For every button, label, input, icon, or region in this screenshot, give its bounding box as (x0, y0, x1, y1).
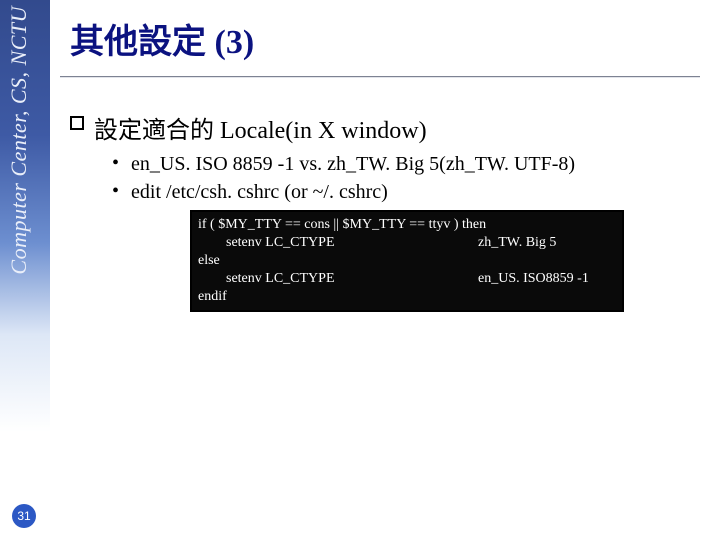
title-paren-close: ) (243, 24, 254, 61)
code-line-3: else (198, 253, 220, 268)
page-number-badge: 31 (12, 504, 36, 528)
code-snippet-box: if ( $MY_TTY == cons || $MY_TTY == ttyv … (190, 210, 624, 312)
title-underline (60, 76, 700, 78)
code-line-5: endif (198, 289, 227, 304)
code-line-4a: setenv LC_CTYPE (198, 270, 478, 288)
bullet-level1-latin: Locale(in X window) (220, 118, 427, 144)
code-line-2a: setenv LC_CTYPE (198, 234, 478, 252)
bullet-level2-b: • edit /etc/csh. cshrc (or ~/. cshrc) (112, 179, 690, 205)
bullet-level1-text: 設定適合的 Locale(in X window) (94, 110, 427, 145)
dot-bullet-icon: • (112, 151, 119, 175)
hollow-square-bullet-icon (70, 116, 84, 130)
bullet-level1: 設定適合的 Locale(in X window) (70, 110, 690, 145)
bullet-level1-zh: 設定適合的 (94, 118, 220, 144)
dot-bullet-icon: • (112, 179, 119, 203)
slide-title: 其他設定 (3) (70, 14, 254, 63)
bullet-level2-a: • en_US. ISO 8859 -1 vs. zh_TW. Big 5(zh… (112, 151, 690, 177)
sidebar-affiliation: Computer Center, CS, NCTU (6, 6, 44, 275)
slide-body: 設定適合的 Locale(in X window) • en_US. ISO 8… (70, 110, 690, 207)
bullet-level2-b-text: edit /etc/csh. cshrc (or ~/. cshrc) (131, 179, 388, 205)
code-line-2b: zh_TW. Big 5 (478, 235, 556, 250)
title-paren-open: ( (215, 24, 226, 61)
code-line-1: if ( $MY_TTY == cons || $MY_TTY == ttyv … (198, 217, 486, 232)
page-number: 31 (17, 509, 30, 523)
code-line-4b: en_US. ISO8859 -1 (478, 271, 589, 286)
title-number: 3 (226, 24, 243, 61)
slide: Computer Center, CS, NCTU 其他設定 (3) 設定適合的… (0, 0, 720, 540)
title-zh: 其他設定 (70, 24, 215, 61)
bullet-level2-a-text: en_US. ISO 8859 -1 vs. zh_TW. Big 5(zh_T… (131, 151, 575, 177)
sidebar-text-main: Computer Center, CS, NCTU (6, 6, 31, 275)
